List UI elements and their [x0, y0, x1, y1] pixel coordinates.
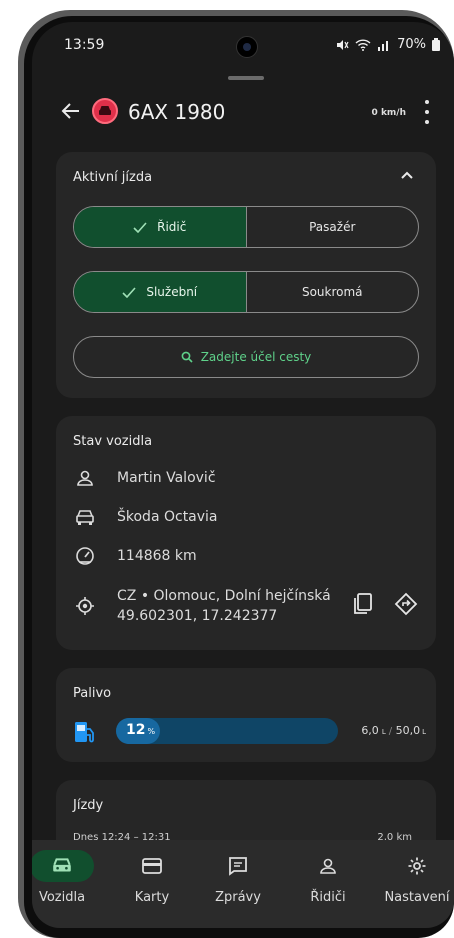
app-screen: 13:59 70% 6AX 1980 0 km/h Aktivní jízda … — [32, 22, 454, 928]
odometer-row: 114868 km — [73, 544, 197, 568]
fuel-pump-icon — [75, 722, 94, 743]
status-time: 13:59 — [64, 37, 105, 53]
speedometer-icon — [76, 547, 94, 565]
app-bar: 6AX 1980 0 km/h — [32, 94, 454, 134]
driver-row: Martin Valovič — [73, 466, 216, 490]
fuel-title: Palivo — [73, 686, 112, 701]
fuel-amount-unit: L — [422, 728, 426, 736]
check-icon — [122, 286, 136, 298]
check-icon — [133, 221, 147, 233]
directions-icon[interactable] — [394, 592, 418, 616]
role-option-driver[interactable]: Řidič — [74, 207, 247, 247]
bottom-navigation: Vozidla Karty Zprávy Řidiči Nastavení — [32, 840, 454, 928]
role-option-passenger[interactable]: Pasažér — [247, 207, 419, 247]
nav-label-cards: Karty — [134, 890, 170, 905]
trip-type-business[interactable]: Služební — [74, 272, 247, 312]
battery-percent: 70% — [397, 37, 426, 52]
message-icon — [229, 857, 247, 876]
car-icon — [53, 858, 71, 872]
nav-item-messages[interactable]: Zprávy — [198, 850, 278, 905]
fuel-level-bar: 12% — [116, 718, 338, 744]
system-icons: 70% — [336, 37, 440, 52]
trips-title: Jízdy — [73, 798, 104, 813]
vehicle-state-title: Stav vozidla — [73, 434, 153, 449]
person-icon — [77, 470, 93, 486]
nav-item-drivers[interactable]: Řidiči — [288, 850, 368, 905]
nav-label-messages: Zprávy — [215, 890, 261, 905]
sheet-handle[interactable] — [228, 76, 264, 80]
copy-icon[interactable] — [352, 592, 374, 616]
nav-label-drivers: Řidiči — [310, 890, 346, 905]
fuel-percent: 12% — [126, 722, 155, 738]
fuel-amount-total: 50,0 — [395, 724, 421, 737]
fuel-card: Palivo 12% 6,0 L/ 50,0 L — [56, 668, 436, 762]
location-address: CZ • Olomouc, Dolní hejčínská — [117, 588, 331, 604]
location-coordinates: 49.602301, 17.242377 — [117, 608, 278, 624]
camera-cutout — [236, 36, 258, 58]
fuel-amount-unit: L — [381, 728, 386, 736]
role-toggle: Řidič Pasažér — [73, 206, 419, 248]
nav-item-settings[interactable]: Nastavení — [372, 850, 454, 905]
location-row: CZ • Olomouc, Dolní hejčínská 49.602301,… — [73, 584, 331, 628]
nav-item-vehicles[interactable]: Vozidla — [32, 850, 102, 905]
card-icon — [142, 858, 162, 874]
status-bar: 13:59 70% — [32, 22, 454, 68]
active-trip-title: Aktivní jízda — [73, 170, 153, 185]
trip-type-private-label: Soukromá — [301, 285, 363, 299]
trip-purpose-label: Zadejte účel cesty — [200, 350, 312, 364]
fuel-percent-value: 12 — [126, 722, 146, 738]
role-option-driver-label: Řidič — [157, 220, 187, 234]
battery-icon — [432, 38, 440, 51]
speed-readout: 0 km/h — [371, 108, 406, 118]
more-menu-icon[interactable] — [422, 100, 432, 124]
driver-name: Martin Valovič — [117, 470, 216, 486]
fuel-amount-current: 6,0 — [361, 724, 379, 737]
gps-target-icon — [76, 597, 94, 615]
car-icon — [99, 106, 111, 115]
person-icon — [320, 858, 336, 874]
back-arrow-icon[interactable] — [60, 100, 82, 122]
role-option-passenger-label: Pasažér — [309, 220, 356, 234]
car-model: Škoda Octavia — [117, 509, 218, 525]
odometer-value: 114868 km — [117, 548, 197, 564]
vehicle-state-card: Stav vozidla Martin Valovič Škoda Octavi… — [56, 416, 436, 650]
fuel-percent-unit: % — [147, 727, 156, 736]
search-icon — [181, 351, 193, 363]
car-icon — [76, 510, 94, 525]
mute-icon — [337, 39, 349, 50]
car-row: Škoda Octavia — [73, 505, 218, 529]
trip-type-private[interactable]: Soukromá — [247, 272, 419, 312]
trip-purpose-button[interactable]: Zadejte účel cesty — [73, 336, 419, 378]
fuel-amount: 6,0 L/ 50,0 L — [361, 724, 426, 737]
nav-label-vehicles: Vozidla — [38, 890, 86, 905]
nav-item-cards[interactable]: Karty — [112, 850, 192, 905]
trip-type-toggle: Služební Soukromá — [73, 271, 419, 313]
gear-icon — [408, 857, 426, 875]
active-trip-card: Aktivní jízda Řidič Pasažér Služební Sou… — [56, 152, 436, 398]
vehicle-badge — [92, 98, 118, 124]
vehicle-plate: 6AX 1980 — [128, 100, 226, 124]
nav-label-settings: Nastavení — [384, 890, 450, 905]
trip-type-business-label: Služební — [146, 285, 198, 299]
signal-icon — [378, 40, 389, 51]
chevron-up-icon[interactable] — [400, 170, 414, 180]
wifi-icon — [355, 38, 371, 51]
